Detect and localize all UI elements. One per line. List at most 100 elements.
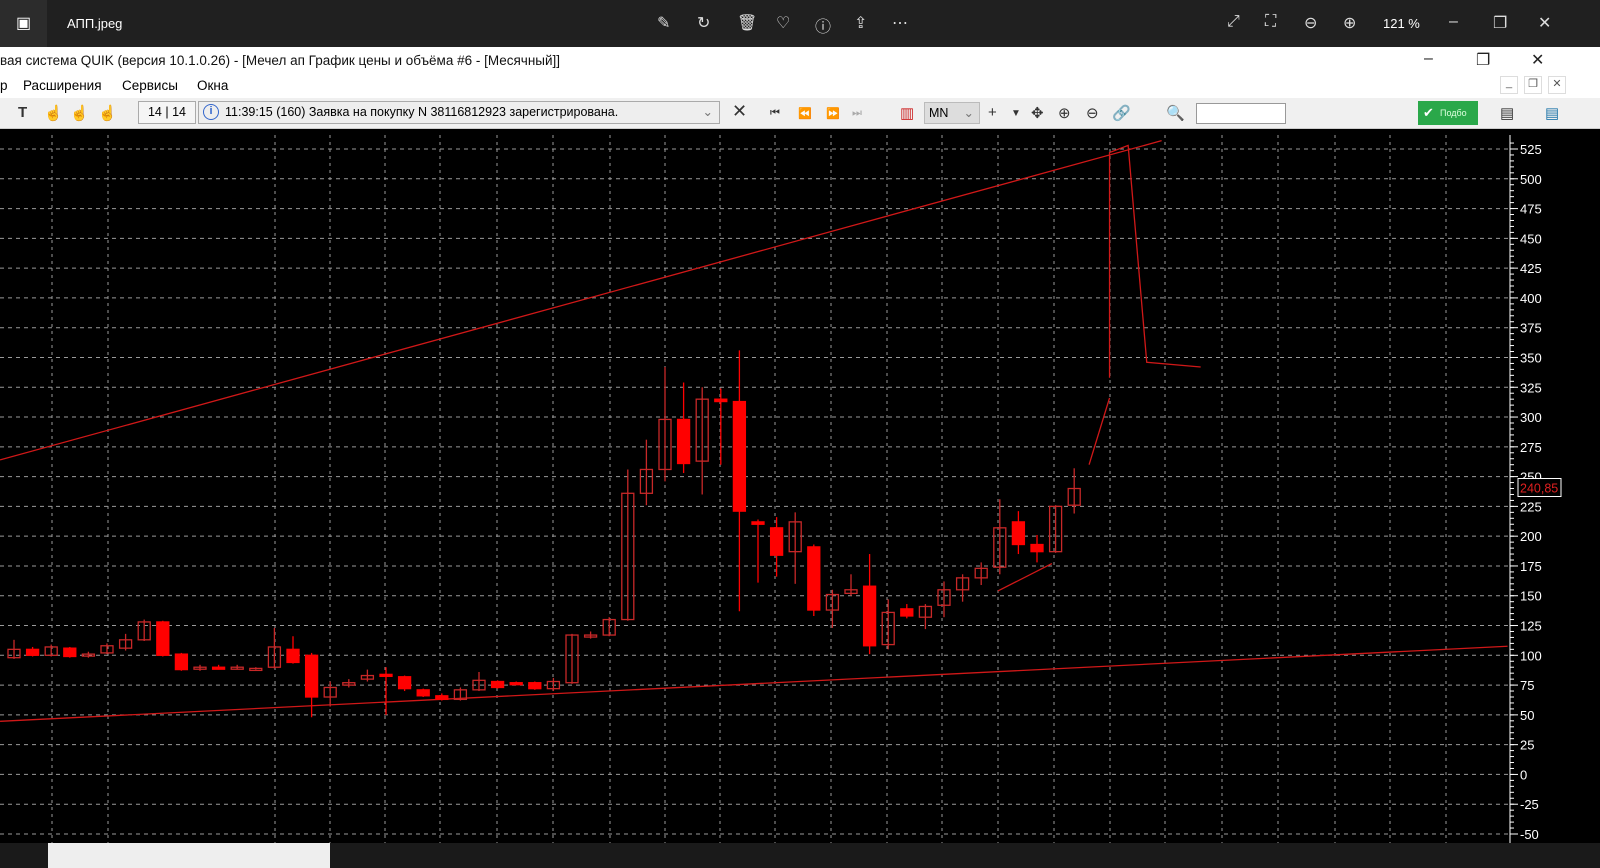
zoom-in-icon[interactable]: ⊕ — [1058, 104, 1071, 122]
trend-line — [0, 645, 1508, 722]
window-titlebar: вая система QUIK (версия 10.1.0.26) - [М… — [0, 47, 1600, 74]
candle-body — [732, 400, 747, 512]
candle-body — [900, 608, 914, 617]
candle-body — [416, 689, 430, 697]
y-tick-label: 375 — [1520, 321, 1542, 336]
y-tick-label: 425 — [1520, 261, 1542, 276]
y-tick-label: -50 — [1520, 827, 1539, 842]
mdi-restore-button[interactable]: ❐ — [1524, 76, 1542, 94]
mdi-close-button[interactable]: ✕ — [1548, 76, 1566, 94]
share-icon[interactable]: ⇪ — [854, 13, 867, 33]
candle-body — [25, 648, 40, 656]
y-tick-label: 125 — [1520, 619, 1542, 634]
file-name: АПП.jpeg — [67, 16, 123, 31]
list-icon[interactable]: ▤ — [1545, 104, 1559, 122]
zoom-out-icon[interactable]: ⊖ — [1086, 104, 1099, 122]
zoom-out-icon[interactable]: ⊖ — [1304, 13, 1317, 33]
photos-app-icon[interactable]: ▣ — [0, 0, 47, 47]
candle-body — [304, 654, 319, 698]
chevron-down-icon: ⌄ — [702, 105, 713, 119]
y-tick-label: 500 — [1520, 172, 1542, 187]
zoom-level: 121 % — [1383, 16, 1420, 31]
candle-body — [714, 398, 728, 403]
y-tick-label: 300 — [1520, 410, 1542, 425]
forward-icon[interactable]: ⏩ — [826, 107, 840, 120]
y-tick-label: 325 — [1520, 380, 1542, 395]
restore-icon[interactable]: ❐ — [1476, 50, 1490, 70]
hand-delete-icon[interactable]: ☝ — [70, 104, 89, 122]
crosshair-icon[interactable]: + — [988, 104, 997, 121]
message-counter: 14 | 14 — [138, 101, 196, 124]
dropdown-icon[interactable]: ▼ — [1011, 108, 1021, 119]
clear-icon[interactable]: ✕ — [732, 101, 747, 122]
favorite-icon[interactable]: ♡ — [776, 13, 790, 33]
candle-body — [676, 418, 691, 465]
edit-icon[interactable]: ✎ — [657, 13, 670, 33]
y-tick-label: 200 — [1520, 529, 1542, 544]
candle-body — [751, 521, 765, 525]
link-icon[interactable]: 🔗 — [1112, 104, 1131, 122]
interval-value: MN — [929, 106, 949, 120]
y-tick-label: 50 — [1520, 708, 1534, 723]
candle-body — [509, 682, 523, 686]
candle-body — [807, 546, 821, 611]
podbor-button[interactable]: ✔ Подбо — [1418, 101, 1478, 125]
close-icon[interactable]: ✕ — [1531, 50, 1544, 70]
candle-body — [63, 647, 77, 658]
y-tick-label: 400 — [1520, 291, 1542, 306]
close-icon[interactable]: ✕ — [1538, 13, 1551, 33]
candle-body — [1011, 521, 1026, 546]
y-tick-label: 475 — [1520, 202, 1542, 217]
menu-extensions[interactable]: Расширения — [23, 78, 102, 93]
window-title: вая система QUIK (версия 10.1.0.26) - [М… — [0, 53, 561, 68]
y-tick-label: 525 — [1520, 142, 1542, 157]
search-input[interactable] — [1196, 103, 1286, 124]
text-tool-icon[interactable]: T — [18, 104, 27, 121]
y-tick-label: -25 — [1520, 797, 1539, 812]
last-icon[interactable]: ⏭ — [852, 107, 862, 120]
trend-line — [1108, 144, 1201, 378]
y-tick-label: 275 — [1520, 440, 1542, 455]
hand-multi-icon[interactable]: ☝ — [98, 104, 117, 122]
candle-body — [397, 676, 412, 690]
message-text: 11:39:15 (160) Заявка на покупку N 38116… — [225, 105, 619, 119]
fit-icon[interactable]: ⛶ — [1265, 13, 1276, 31]
menu-windows[interactable]: Окна — [197, 78, 228, 93]
candle-body — [379, 673, 393, 678]
trend-line — [0, 140, 1162, 461]
scrollbar[interactable] — [48, 843, 330, 868]
hand-icon[interactable]: ☝ — [44, 104, 63, 122]
delete-icon[interactable]: 🗑 — [737, 13, 757, 33]
toolbar: T ☝ ☝ ☝ 14 | 14 i 11:39:15 (160) Заявка … — [0, 98, 1600, 129]
menu-item[interactable]: р — [0, 78, 8, 93]
first-icon[interactable]: ⏮ — [770, 107, 780, 120]
message-dropdown[interactable]: i 11:39:15 (160) Заявка на покупку N 381… — [198, 101, 720, 124]
fullscreen-icon[interactable]: ⤢ — [1227, 13, 1240, 31]
candle-body — [769, 527, 784, 556]
search-icon[interactable]: 🔍 — [1166, 104, 1185, 122]
menu-services[interactable]: Сервисы — [122, 78, 178, 93]
minimize-icon[interactable]: – — [1449, 13, 1458, 31]
y-tick-label: 175 — [1520, 559, 1542, 574]
bottom-strip — [0, 843, 1600, 868]
candle-body — [211, 666, 226, 670]
candle-body — [286, 648, 300, 664]
message-icon[interactable]: ▤ — [1500, 104, 1514, 122]
restore-icon[interactable]: ❐ — [1493, 13, 1507, 33]
move-icon[interactable]: ✥ — [1031, 104, 1044, 122]
price-chart[interactable]: 5255004754504254003753503253002752502252… — [0, 135, 1600, 845]
y-tick-label: 350 — [1520, 350, 1542, 365]
mdi-minimize-button[interactable]: _ — [1500, 76, 1518, 94]
candle-body — [156, 621, 170, 656]
candle-body — [1030, 543, 1044, 553]
zoom-in-icon[interactable]: ⊕ — [1343, 13, 1356, 33]
chart-type-icon[interactable]: ▥ — [900, 104, 914, 122]
y-tick-label: 150 — [1520, 589, 1542, 604]
info-icon[interactable]: ⓘ — [815, 13, 831, 37]
more-icon[interactable]: ⋯ — [892, 13, 908, 33]
y-tick-label: 100 — [1520, 648, 1542, 663]
minimize-icon[interactable]: – — [1424, 50, 1433, 68]
interval-select[interactable]: MN ⌄ — [924, 102, 980, 124]
rotate-icon[interactable]: ↻ — [697, 13, 710, 33]
back-icon[interactable]: ⏪ — [798, 107, 812, 120]
